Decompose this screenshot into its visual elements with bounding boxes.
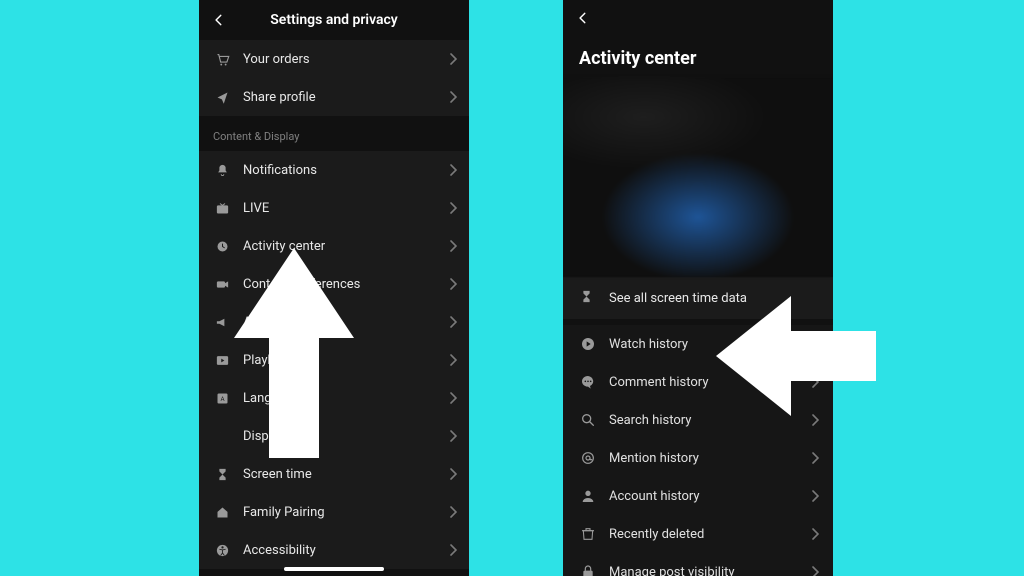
row-label: Account history [609, 489, 700, 504]
person-icon [579, 487, 597, 505]
trash-icon [579, 525, 597, 543]
row-search-history[interactable]: Search history [563, 401, 833, 439]
row-comment-history[interactable]: Comment history [563, 363, 833, 401]
row-activity-center[interactable]: Activity center [199, 227, 469, 265]
row-label: Search history [609, 413, 691, 428]
hourglass-icon [579, 289, 597, 307]
chevron-right-icon [449, 316, 457, 328]
svg-text:A: A [220, 395, 224, 403]
row-label: Accessibility [243, 543, 316, 558]
row-language[interactable]: A Language [199, 379, 469, 417]
chevron-right-icon [449, 91, 457, 103]
row-see-all-screen-time[interactable]: See all screen time data [563, 277, 833, 319]
language-icon: A [213, 389, 231, 407]
phone-activity-center: Activity center See all screen time data… [563, 0, 833, 576]
row-label: Playback [243, 353, 295, 368]
chevron-right-icon [449, 202, 457, 214]
history-group: Watch history Comment history Search his… [563, 325, 833, 576]
chevron-right-icon [811, 376, 819, 388]
row-ads[interactable]: Ads [199, 303, 469, 341]
chevron-right-icon [449, 430, 457, 442]
section-header-content-display: Content & Display [199, 116, 469, 151]
row-share-profile[interactable]: Share profile [199, 78, 469, 116]
moon-icon [213, 427, 231, 445]
chevron-right-icon [811, 490, 819, 502]
video-icon [213, 275, 231, 293]
row-label: Notifications [243, 163, 317, 178]
row-screen-time[interactable]: Screen time [199, 455, 469, 493]
chevron-right-icon [449, 53, 457, 65]
row-label: See all screen time data [609, 291, 747, 306]
clock-icon [213, 237, 231, 255]
chevron-right-icon [449, 468, 457, 480]
row-accessibility[interactable]: Accessibility [199, 531, 469, 569]
row-notifications[interactable]: Notifications [199, 151, 469, 189]
share-icon [213, 88, 231, 106]
chevron-right-icon [449, 240, 457, 252]
accessibility-icon [213, 541, 231, 559]
play-circle-icon [579, 335, 597, 353]
search-icon [579, 411, 597, 429]
page-title: Settings and privacy [199, 12, 469, 28]
top-group: Your orders Share profile [199, 40, 469, 116]
row-label: Comment history [609, 375, 708, 390]
at-icon [579, 449, 597, 467]
row-label: Mention history [609, 451, 699, 466]
home-icon [213, 503, 231, 521]
chevron-right-icon [811, 452, 819, 464]
row-label: Language [243, 391, 300, 406]
chevron-left-icon [576, 11, 590, 25]
row-label: Your orders [243, 52, 310, 67]
chevron-right-icon [449, 544, 457, 556]
row-label: Activity center [243, 239, 325, 254]
chevron-right-icon [811, 414, 819, 426]
chevron-right-icon [811, 528, 819, 540]
content-display-group: Notifications LIVE Activity center Conte… [199, 151, 469, 569]
title-bar [563, 0, 833, 36]
screen-time-card [563, 77, 833, 277]
live-icon [213, 199, 231, 217]
row-mention-history[interactable]: Mention history [563, 439, 833, 477]
row-family-pairing[interactable]: Family Pairing [199, 493, 469, 531]
row-playback[interactable]: Playback [199, 341, 469, 379]
chevron-right-icon [449, 392, 457, 404]
row-label: Manage post visibility [609, 565, 735, 576]
play-icon [213, 351, 231, 369]
hourglass-icon [213, 465, 231, 483]
chevron-right-icon [449, 354, 457, 366]
row-label: Recently deleted [609, 527, 704, 542]
chevron-right-icon [449, 506, 457, 518]
home-indicator [284, 567, 384, 571]
chevron-right-icon [811, 566, 819, 576]
row-label: LIVE [243, 201, 269, 216]
row-label: Content preferences [243, 277, 360, 292]
row-display[interactable]: Display [199, 417, 469, 455]
comment-icon [579, 373, 597, 391]
row-label: Watch history [609, 337, 688, 352]
megaphone-icon [213, 313, 231, 331]
row-watch-history[interactable]: Watch history [563, 325, 833, 363]
row-live[interactable]: LIVE [199, 189, 469, 227]
row-account-history[interactable]: Account history [563, 477, 833, 515]
row-manage-post-visibility[interactable]: Manage post visibility [563, 553, 833, 576]
row-label: Family Pairing [243, 505, 325, 520]
row-label: Share profile [243, 90, 316, 105]
row-your-orders[interactable]: Your orders [199, 40, 469, 78]
chevron-right-icon [449, 164, 457, 176]
row-recently-deleted[interactable]: Recently deleted [563, 515, 833, 553]
lock-icon [579, 563, 597, 576]
phone-settings: Settings and privacy Your orders Share p… [199, 0, 469, 576]
row-label: Screen time [243, 467, 312, 482]
cart-icon [213, 50, 231, 68]
back-button[interactable] [573, 8, 593, 28]
row-label: Display [243, 429, 285, 444]
title-bar: Settings and privacy [199, 0, 469, 40]
row-label: Ads [243, 315, 266, 330]
chevron-right-icon [449, 278, 457, 290]
bell-icon [213, 161, 231, 179]
row-content-preferences[interactable]: Content preferences [199, 265, 469, 303]
activity-center-title: Activity center [563, 36, 833, 77]
